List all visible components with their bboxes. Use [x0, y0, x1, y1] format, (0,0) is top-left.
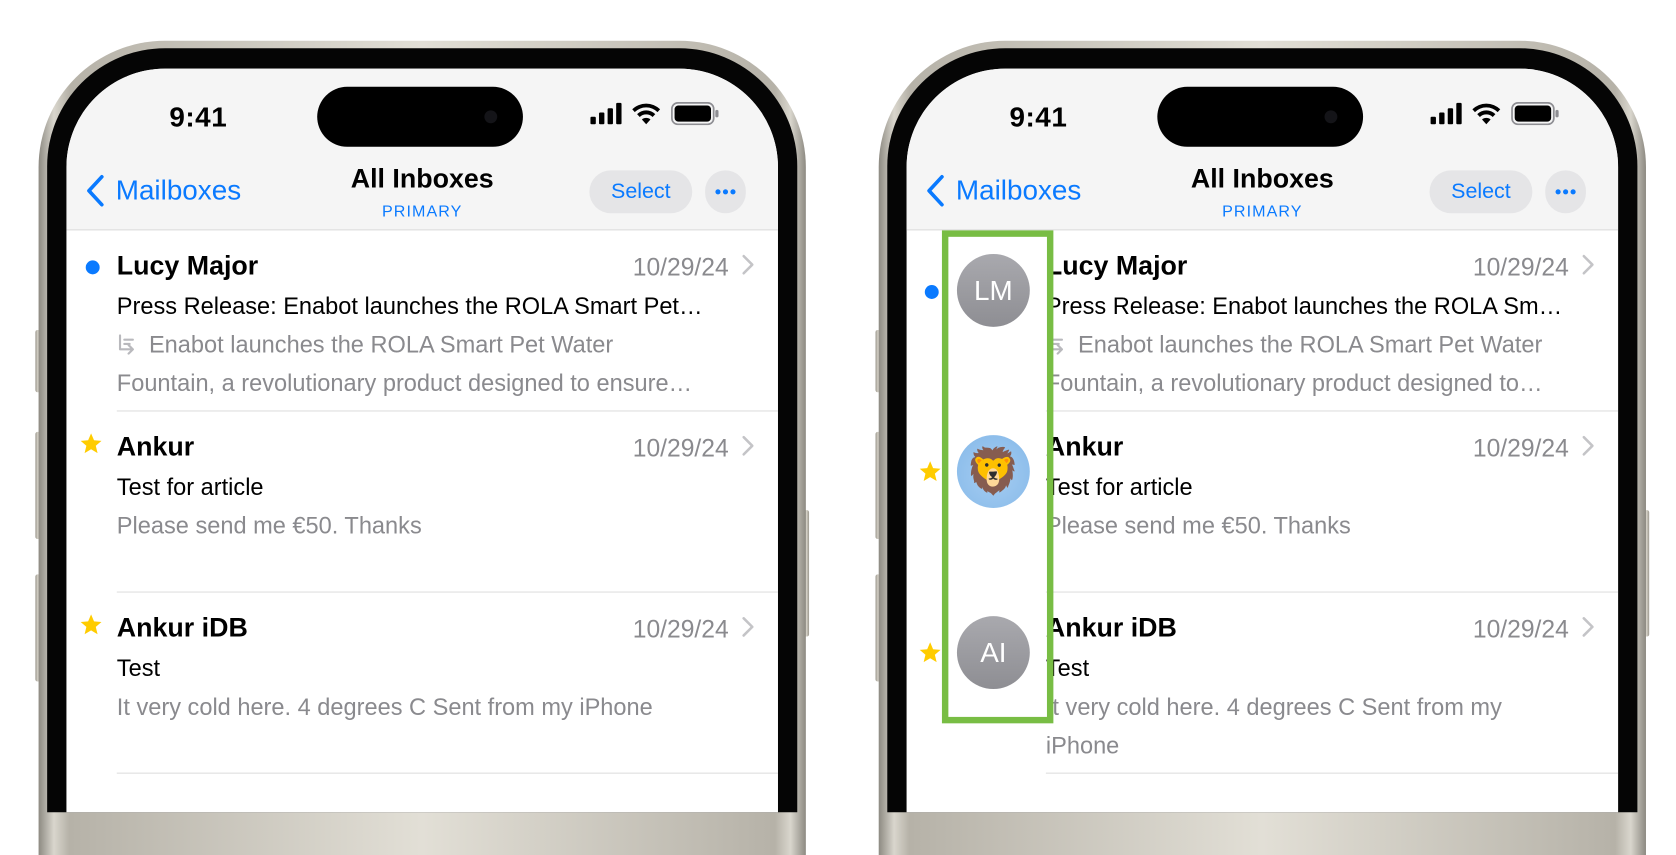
flag-star-icon [919, 461, 941, 482]
email-preview-line: Please send me €50. Thanks [116, 512, 422, 540]
front-camera [484, 110, 498, 124]
email-preview-line: Fountain, a revolutionary product design… [1045, 369, 1543, 397]
email-subject: Test [1045, 654, 1090, 682]
status-time: 9:41 [169, 100, 228, 133]
comparison-stage: 9:41 Mailboxes All Inboxes PRIMARY Selec… [0, 0, 1676, 855]
email-preview-line: It very cold here. 4 degrees C Sent from… [116, 693, 653, 721]
replied-icon [118, 334, 134, 355]
wifi-icon [1472, 103, 1501, 125]
email-date: 10/29/24 [632, 433, 729, 462]
chevron-right-icon [1582, 254, 1594, 275]
battery-icon [1511, 102, 1559, 126]
chevron-right-icon [742, 617, 754, 637]
ellipsis-icon [1555, 189, 1576, 195]
email-row[interactable]: Ankur iDB 10/29/24 Test It very cold her… [66, 593, 778, 774]
flag-star-icon [80, 433, 102, 454]
email-preview-line: Enabot launches the ROLA Smart Pet Water [117, 331, 733, 359]
sender-name: Lucy Major [1045, 250, 1188, 281]
dynamic-island [317, 86, 523, 147]
sender-name: Ankur iDB [116, 612, 248, 643]
more-options-button[interactable] [1545, 170, 1586, 214]
email-subject: Test for article [116, 473, 264, 501]
flag-star-icon [919, 642, 941, 663]
sender-name: Lucy Major [116, 250, 259, 281]
email-preview-line: Please send me €50. Thanks [1045, 512, 1351, 540]
chevron-right-icon [742, 254, 754, 275]
email-date: 10/29/24 [1472, 615, 1569, 643]
chevron-right-icon [1582, 617, 1594, 637]
status-icons [590, 102, 720, 126]
front-camera [1324, 110, 1338, 124]
status-time: 9:41 [1009, 100, 1068, 133]
email-subject: Press Release: Enabot launches the ROLA … [116, 292, 703, 320]
phone-with-avatars: 9:41 Mailboxes All Inboxes PRIMARY Selec… [875, 40, 1650, 855]
email-preview-line: iPhone [1045, 731, 1120, 759]
select-button[interactable]: Select [1429, 170, 1533, 214]
email-row[interactable]: Ankur 10/29/24 Test for article Please s… [66, 411, 778, 593]
phone-without-avatars: 9:41 Mailboxes All Inboxes PRIMARY Selec… [35, 40, 810, 855]
email-subject: Press Release: Enabot launches the ROLA … [1045, 292, 1563, 320]
flag-star-icon [80, 614, 102, 635]
chevron-right-icon [742, 435, 754, 456]
dynamic-island [1157, 86, 1364, 147]
avatar-column-highlight [941, 230, 1054, 724]
signal-icon [590, 102, 622, 125]
row-divider [116, 772, 778, 774]
more-options-button[interactable] [705, 170, 746, 214]
navigation-header: 9:41 Mailboxes All Inboxes PRIMARY Selec… [66, 68, 778, 231]
preview-text: Enabot launches the ROLA Smart Pet Water [148, 331, 614, 358]
email-preview-line: Fountain, a revolutionary product design… [116, 369, 693, 397]
battery-icon [671, 102, 719, 126]
email-date: 10/29/24 [632, 615, 729, 643]
email-preview-line: Enabot launches the ROLA Smart Pet Water [1046, 331, 1573, 359]
ellipsis-icon [715, 189, 736, 195]
email-row[interactable]: Lucy Major 10/29/24 Press Release: Enabo… [66, 230, 778, 412]
sender-name: Ankur [1045, 431, 1124, 462]
email-subject: Test for article [1045, 473, 1193, 501]
email-date: 10/29/24 [1472, 433, 1569, 462]
email-date: 10/29/24 [1472, 252, 1569, 281]
chevron-right-icon [1582, 435, 1594, 456]
signal-icon [1430, 102, 1462, 125]
wifi-icon [632, 103, 661, 125]
unread-indicator [85, 260, 100, 275]
email-preview-line: It very cold here. 4 degrees C Sent from… [1045, 693, 1502, 721]
email-date: 10/29/24 [632, 252, 729, 281]
navigation-header: 9:41 Mailboxes All Inboxes PRIMARY Selec… [906, 68, 1619, 231]
preview-text: Enabot launches the ROLA Smart Pet Water [1078, 331, 1543, 358]
status-icons [1430, 102, 1561, 126]
unread-indicator [924, 285, 939, 299]
mail-screen: 9:41 Mailboxes All Inboxes PRIMARY Selec… [66, 68, 778, 813]
mail-screen: 9:41 Mailboxes All Inboxes PRIMARY Selec… [906, 68, 1619, 813]
row-divider [1045, 772, 1619, 774]
email-subject: Test [116, 654, 161, 682]
select-button[interactable]: Select [589, 170, 693, 214]
sender-name: Ankur iDB [1045, 612, 1177, 643]
sender-name: Ankur [116, 431, 195, 462]
